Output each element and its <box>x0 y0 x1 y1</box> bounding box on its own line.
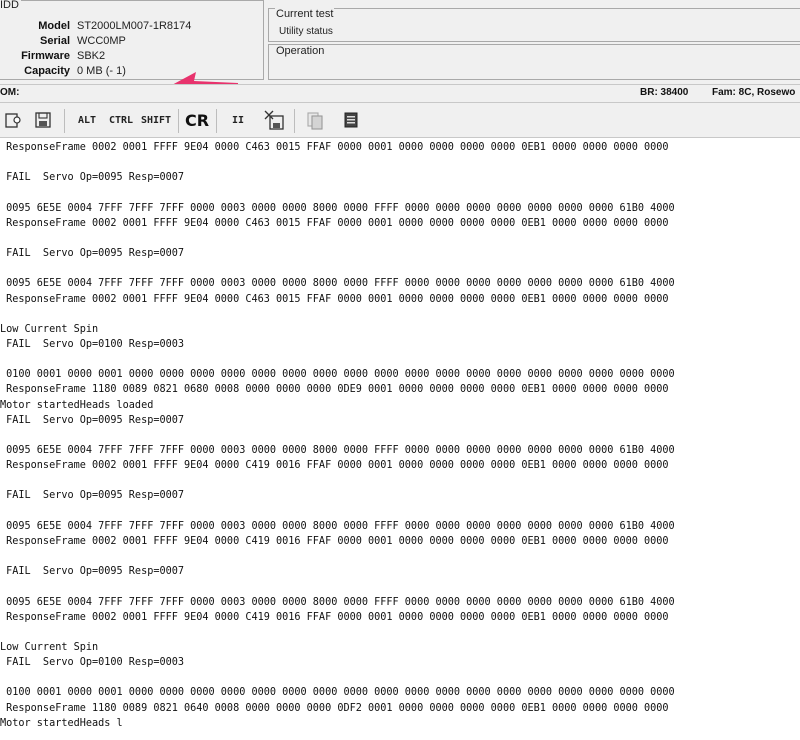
ctrl-key-label: CTRL <box>108 114 134 126</box>
firmware-label: Firmware <box>21 50 70 62</box>
log-line: 0100 0001 0000 0001 0000 0000 0000 0000 … <box>0 369 675 381</box>
model-label: Model <box>38 20 70 32</box>
hdd-serial-row: Serial WCC0MP <box>0 35 260 50</box>
log-line: 0095 6E5E 0004 7FFF 7FFF 7FFF 0000 0003 … <box>0 202 675 214</box>
pause-icon: II <box>231 114 245 126</box>
log-line: 0095 6E5E 0004 7FFF 7FFF 7FFF 0000 0003 … <box>0 520 675 532</box>
terminal-log[interactable]: ResponseFrame 0002 0001 FFFF 9E04 0000 C… <box>0 138 800 740</box>
pause-button[interactable]: II <box>228 107 248 133</box>
status-bar: OM: BR: 38400 Fam: 8C, Rosewo <box>0 84 800 103</box>
alt-key-label: ALT <box>77 114 97 126</box>
log-line: 0095 6E5E 0004 7FFF 7FFF 7FFF 0000 0003 … <box>0 596 675 608</box>
document-gear-icon <box>5 113 21 128</box>
hdd-info-panel: IDD Model ST2000LM007-1R8174 Serial WCC0… <box>0 0 264 80</box>
toolbar-separator <box>178 109 179 133</box>
log-line: ResponseFrame 0002 0001 FFFF 9E04 0000 C… <box>0 217 669 229</box>
operation-title: Operation <box>275 45 326 57</box>
stop-save-button[interactable] <box>262 107 286 133</box>
com-port-label: OM: <box>0 87 20 98</box>
log-line: Motor startedHeads l <box>0 717 123 729</box>
log-line: FAIL Servo Op=0100 Resp=0003 <box>0 657 185 669</box>
capacity-label: Capacity <box>24 65 70 77</box>
ctrl-key-button[interactable]: CTRL <box>106 107 136 133</box>
copy-button[interactable] <box>304 107 326 133</box>
baud-rate-label: BR: 38400 <box>640 87 689 98</box>
log-line: Motor startedHeads loaded <box>0 399 154 411</box>
floppy-cross-icon <box>264 110 284 130</box>
utility-status-text: Utility status <box>279 26 333 37</box>
log-line: FAIL Servo Op=0100 Resp=0003 <box>0 338 185 350</box>
serial-value: WCC0MP <box>77 35 126 47</box>
log-line: FAIL Servo Op=0095 Resp=0007 <box>0 248 185 260</box>
log-line: 0095 6E5E 0004 7FFF 7FFF 7FFF 0000 0003 … <box>0 278 675 290</box>
current-test-title: Current test <box>275 8 335 20</box>
cr-key-label: CR <box>184 110 210 130</box>
log-line: ResponseFrame 0002 0001 FFFF 9E04 0000 C… <box>0 460 669 472</box>
paste-button[interactable] <box>340 107 362 133</box>
save-log-button[interactable] <box>32 107 54 133</box>
firmware-value: SBK2 <box>77 50 106 62</box>
shift-key-button[interactable]: SHIFT <box>140 107 172 133</box>
hdd-firmware-row: Firmware SBK2 <box>0 50 260 65</box>
log-line: ResponseFrame 0002 0001 FFFF 9E04 0000 C… <box>0 611 669 623</box>
log-line: FAIL Servo Op=0095 Resp=0007 <box>0 414 185 426</box>
hdd-model-row: Model ST2000LM007-1R8174 <box>0 20 260 35</box>
log-line: ResponseFrame 1180 0089 0821 0640 0008 0… <box>0 702 669 714</box>
log-line: FAIL Servo Op=0095 Resp=0007 <box>0 566 185 578</box>
clipboard-icon <box>344 112 358 128</box>
top-info-area: IDD Model ST2000LM007-1R8174 Serial WCC0… <box>0 0 800 84</box>
log-line: ResponseFrame 1180 0089 0821 0680 0008 0… <box>0 384 669 396</box>
log-line: ResponseFrame 0002 0001 FFFF 9E04 0000 C… <box>0 535 669 547</box>
log-line: ResponseFrame 0002 0001 FFFF 9E04 0000 C… <box>0 142 669 153</box>
model-value: ST2000LM007-1R8174 <box>77 20 192 32</box>
cr-key-button[interactable]: CR <box>184 107 210 133</box>
operation-group: Operation <box>268 44 800 80</box>
open-log-button[interactable] <box>2 107 24 133</box>
log-line: 0100 0001 0000 0001 0000 0000 0000 0000 … <box>0 687 675 699</box>
log-line: Low Current Spin <box>0 323 99 335</box>
toolbar-separator <box>64 109 65 133</box>
capacity-value: 0 MB (- 1) <box>77 65 126 77</box>
alt-key-button[interactable]: ALT <box>74 107 100 133</box>
family-label: Fam: 8C, Rosewo <box>712 87 796 98</box>
toolbar-separator <box>216 109 217 133</box>
copy-pages-icon <box>307 112 323 130</box>
serial-label: Serial <box>40 35 70 47</box>
log-line: ResponseFrame 0002 0001 FFFF 9E04 0000 C… <box>0 293 669 305</box>
toolbar: ALT CTRL SHIFT CR II <box>0 103 800 138</box>
log-line: FAIL Servo Op=0095 Resp=0007 <box>0 172 185 184</box>
floppy-disk-icon <box>35 112 51 128</box>
log-line: Low Current Spin <box>0 641 99 653</box>
log-line: 0095 6E5E 0004 7FFF 7FFF 7FFF 0000 0003 … <box>0 445 675 456</box>
current-test-group: Current test Utility status <box>268 8 800 42</box>
log-line: FAIL Servo Op=0095 Resp=0007 <box>0 490 185 502</box>
toolbar-separator <box>294 109 295 133</box>
shift-key-label: SHIFT <box>140 114 172 126</box>
hdd-panel-title: IDD <box>0 0 21 11</box>
